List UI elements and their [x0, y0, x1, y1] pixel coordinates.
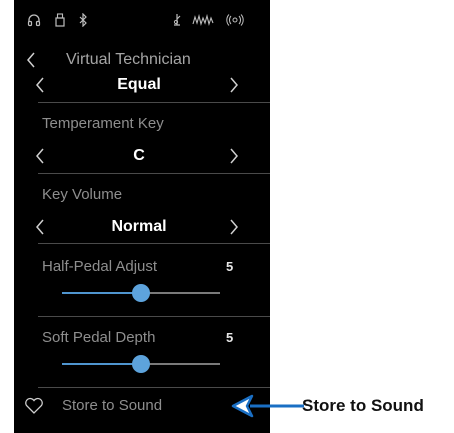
half-pedal-slider-fill	[62, 292, 141, 294]
soft-pedal-slider[interactable]	[62, 355, 220, 373]
status-bar	[14, 0, 270, 40]
temperament-key-label: Temperament Key	[42, 115, 164, 132]
divider	[38, 243, 270, 244]
soft-pedal-slider-thumb[interactable]	[132, 355, 150, 373]
headphones-icon	[26, 12, 42, 28]
store-to-sound-label: Store to Sound	[62, 397, 163, 414]
bluetooth-icon	[78, 12, 88, 28]
temperament-next-button[interactable]	[224, 70, 244, 100]
temperament-key-selector: C	[14, 141, 270, 171]
temperament-key-next-button[interactable]	[224, 141, 244, 171]
half-pedal-slider[interactable]	[62, 284, 220, 302]
soft-pedal-slider-fill	[62, 363, 141, 365]
key-volume-next-button[interactable]	[224, 212, 244, 242]
divider	[38, 316, 270, 317]
divider	[38, 173, 270, 174]
usb-icon	[54, 12, 66, 28]
temperament-prev-button[interactable]	[30, 70, 50, 100]
metronome-icon	[172, 12, 182, 28]
key-volume-value: Normal	[111, 218, 167, 235]
temperament-selector: Equal	[14, 70, 270, 100]
temperament-key-prev-button[interactable]	[30, 141, 50, 171]
heart-icon	[24, 397, 44, 415]
callout-label: Store to Sound	[302, 396, 424, 415]
half-pedal-value: 5	[226, 259, 234, 274]
speaker-icon	[226, 12, 244, 28]
callout-arrow-icon	[231, 394, 304, 418]
divider	[38, 102, 270, 103]
soft-pedal-value: 5	[226, 330, 234, 345]
key-volume-prev-button[interactable]	[30, 212, 50, 242]
half-pedal-label: Half-Pedal Adjust	[42, 258, 158, 275]
temperament-key-value: C	[133, 147, 145, 164]
key-volume-label: Key Volume	[42, 186, 123, 203]
temperament-value: Equal	[117, 76, 161, 93]
recorder-icon	[192, 12, 214, 28]
divider	[38, 387, 270, 388]
soft-pedal-label: Soft Pedal Depth	[42, 329, 156, 346]
key-volume-selector: Normal	[14, 212, 270, 242]
piano-app-screen: Virtual Technician Equal Temperament Key…	[14, 0, 270, 433]
half-pedal-slider-thumb[interactable]	[132, 284, 150, 302]
